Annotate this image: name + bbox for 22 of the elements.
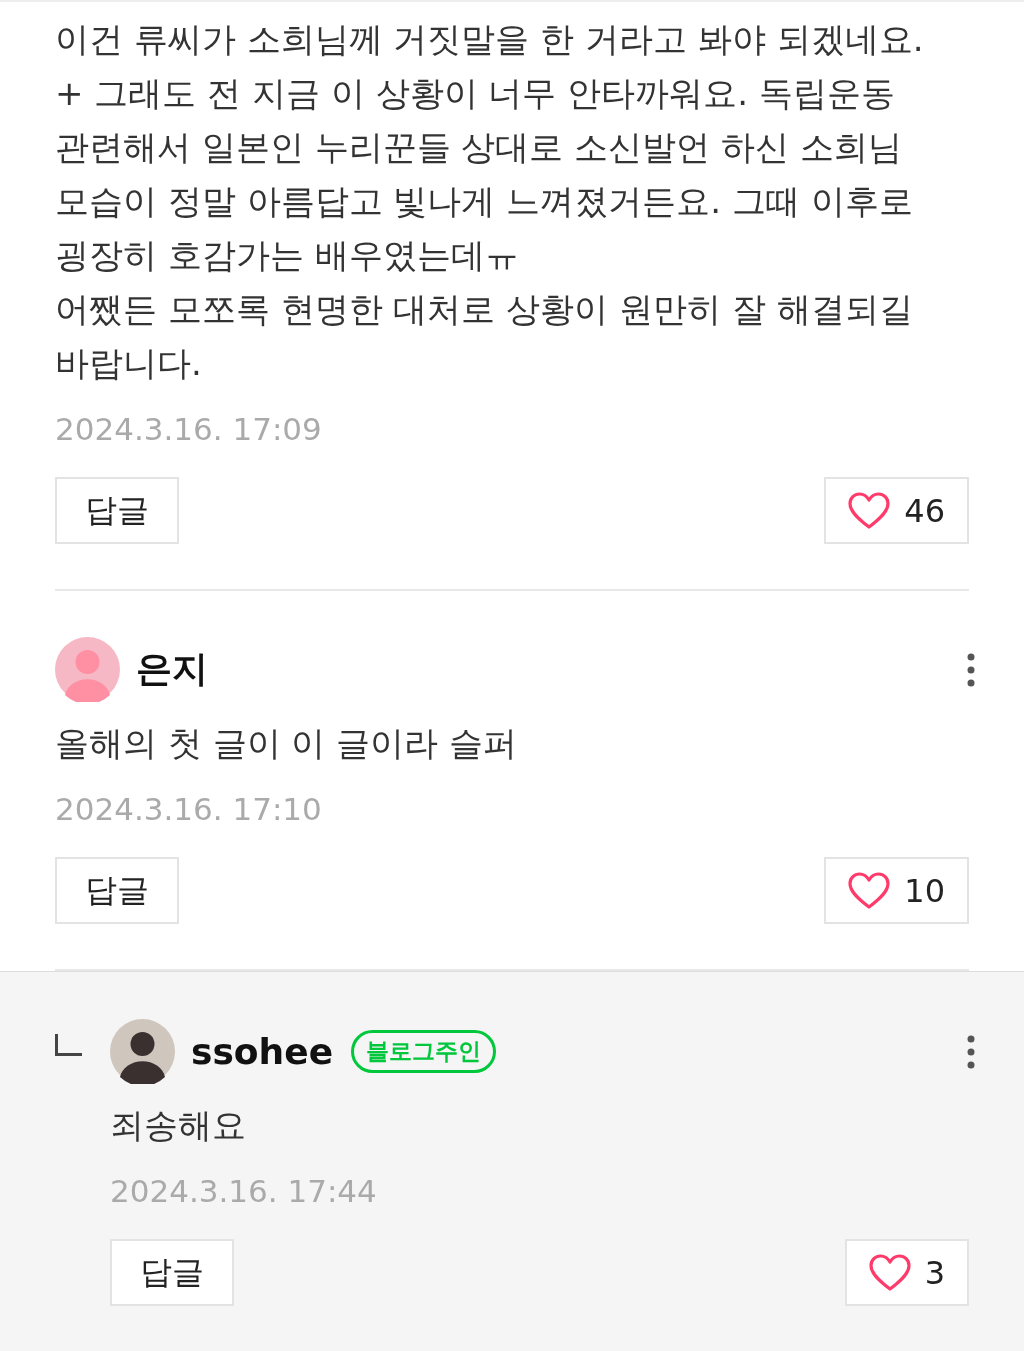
- avatar-icon[interactable]: [110, 1019, 175, 1084]
- reply-button[interactable]: 답글: [55, 857, 179, 924]
- heart-icon: [848, 491, 891, 530]
- comment-date: 2024.3.16. 17:09: [55, 411, 323, 447]
- comment-text: 올해의 첫 글이 이 글이라 슬퍼: [55, 722, 519, 765]
- reply-button[interactable]: 답글: [110, 1239, 234, 1306]
- reply-indicator-icon: [55, 1034, 82, 1056]
- heart-icon: [848, 871, 891, 910]
- more-options-icon[interactable]: [967, 652, 975, 687]
- author-name[interactable]: ssohee: [191, 1031, 334, 1072]
- comment-date: 2024.3.16. 17:44: [110, 1173, 378, 1209]
- like-button[interactable]: 3: [844, 1239, 969, 1306]
- owner-badge: 블로그주인: [351, 1030, 497, 1073]
- author-name[interactable]: 은지: [136, 645, 208, 694]
- heart-icon: [868, 1253, 911, 1292]
- comment-text: 죄송해요: [110, 1104, 247, 1147]
- like-button[interactable]: 46: [824, 477, 969, 544]
- comment-text: 이건 류씨가 소희님께 거짓말을 한 거라고 봐야 되겠네요. + 그래도 전 지금 이 상황이 너무 안타까워요. 독립운동 관련해서 일본인 누리꾼들 상대로 소신발언 하신 소희님 모습이 정말 아름답고 빛나게 느껴졌거든요. 그때 이후로 굉장히 호감가는 배우였는데ㅠ 어쨌든 모쪼록 현명한 대처로 상황이 원만히 잘 해결되길 바랍니다.: [55, 18, 925, 385]
- reply-button[interactable]: 답글: [55, 477, 179, 544]
- more-options-icon[interactable]: [967, 1034, 975, 1069]
- like-button[interactable]: 10: [824, 857, 969, 924]
- comment-date: 2024.3.16. 17:10: [55, 791, 323, 827]
